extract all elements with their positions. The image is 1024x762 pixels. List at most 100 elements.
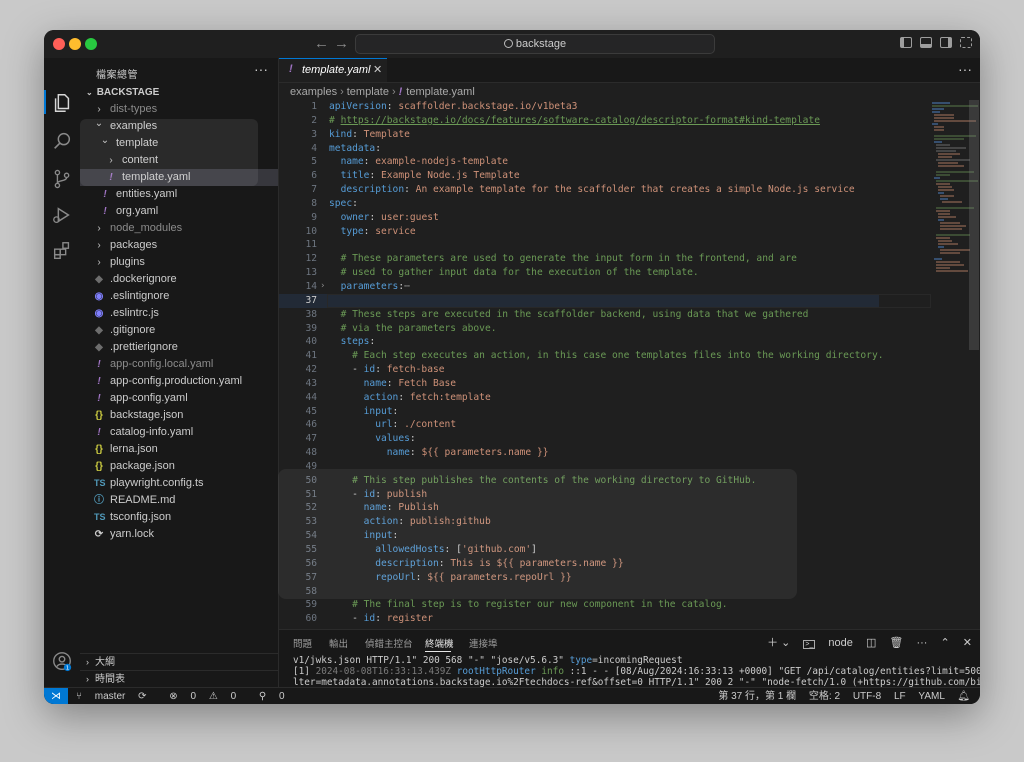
code-line[interactable]: 44 action: fetch:template bbox=[279, 391, 879, 405]
tree-item[interactable]: › content bbox=[80, 152, 278, 169]
code-line[interactable]: 8 spec: bbox=[279, 197, 879, 211]
code-line[interactable]: 7 description: An example template for t… bbox=[279, 183, 879, 197]
more-actions-icon[interactable]: ··· bbox=[254, 61, 268, 77]
minimize-window-button[interactable] bbox=[69, 38, 81, 50]
tree-item[interactable]: ! app-config.yaml bbox=[80, 390, 278, 407]
back-arrow-icon[interactable]: ← bbox=[314, 35, 329, 52]
code-line[interactable]: 9 owner: user:guest bbox=[279, 211, 879, 225]
split-terminal-icon[interactable]: ◫ bbox=[866, 637, 876, 649]
code-line[interactable]: 47 values: bbox=[279, 432, 879, 446]
language-mode[interactable]: YAML bbox=[918, 691, 944, 702]
panel-tab[interactable]: 偵錯主控台 bbox=[365, 636, 413, 650]
tree-item[interactable]: ⟳ yarn.lock bbox=[80, 526, 278, 543]
close-tab-icon[interactable]: ✕ bbox=[373, 63, 382, 76]
code-line[interactable]: 58 bbox=[279, 585, 879, 599]
end-of-line[interactable]: LF bbox=[894, 691, 906, 702]
ports-indicator[interactable]: ⚲ 0 bbox=[259, 691, 295, 702]
outline-section[interactable]: › 大綱 bbox=[80, 653, 278, 671]
kill-terminal-icon[interactable]: 🗑 bbox=[889, 637, 903, 649]
explorer-icon[interactable] bbox=[51, 92, 73, 114]
code-line[interactable]: 14 › parameters:⋯ bbox=[279, 280, 879, 294]
tree-item[interactable]: ! template.yaml bbox=[80, 169, 278, 186]
encoding[interactable]: UTF-8 bbox=[853, 691, 881, 702]
fold-chevron-icon[interactable]: › bbox=[320, 280, 325, 294]
code-line[interactable]: 10 type: service bbox=[279, 225, 879, 239]
remote-indicator-icon[interactable]: ⋊ bbox=[44, 688, 68, 704]
cursor-position[interactable]: 第 37 行，第 1 欄 bbox=[718, 691, 796, 702]
code-line[interactable]: 49 bbox=[279, 460, 879, 474]
tree-item[interactable]: ! app-config.production.yaml bbox=[80, 373, 278, 390]
code-line[interactable]: 54 input: bbox=[279, 529, 879, 543]
new-terminal-icon[interactable]: ＋ ⌄ bbox=[767, 637, 790, 649]
code-line[interactable]: 46 url: ./content bbox=[279, 418, 879, 432]
accounts-icon[interactable]: 1 bbox=[51, 650, 73, 672]
zoom-window-button[interactable] bbox=[85, 38, 97, 50]
code-line[interactable]: 48 name: ${{ parameters.name }} bbox=[279, 446, 879, 460]
source-control-icon[interactable] bbox=[51, 168, 73, 190]
customize-layout-icon[interactable] bbox=[960, 37, 972, 48]
notifications-bell-icon[interactable]: 🔔︎ bbox=[957, 691, 970, 702]
workspace-root[interactable]: ⌄ BACKSTAGE bbox=[86, 87, 159, 98]
code-line[interactable]: 5 name: example-nodejs-template bbox=[279, 155, 879, 169]
panel-more-icon[interactable]: ··· bbox=[916, 637, 927, 649]
forward-arrow-icon[interactable]: → bbox=[334, 35, 349, 52]
code-line[interactable]: 11 bbox=[279, 238, 879, 252]
tree-item[interactable]: ! catalog-info.yaml bbox=[80, 424, 278, 441]
breadcrumb-item[interactable]: examples bbox=[290, 86, 337, 98]
tree-item[interactable]: ⓘ README.md bbox=[80, 492, 278, 509]
code-line[interactable]: 42 - id: fetch-base bbox=[279, 363, 879, 377]
code-line[interactable]: 37 bbox=[279, 293, 931, 308]
tree-item[interactable]: ! org.yaml bbox=[80, 203, 278, 220]
breadcrumb-item[interactable]: template.yaml bbox=[406, 86, 474, 98]
tree-item[interactable]: {} backstage.json bbox=[80, 407, 278, 424]
code-line[interactable]: 39 # via the parameters above. bbox=[279, 322, 879, 336]
code-line[interactable]: 53 action: publish:github bbox=[279, 515, 879, 529]
breadcrumb-item[interactable]: template bbox=[347, 86, 389, 98]
tree-item[interactable]: › packages bbox=[80, 237, 278, 254]
panel-tab[interactable]: 連接埠 bbox=[469, 636, 498, 650]
code-line[interactable]: 3 kind: Template bbox=[279, 128, 879, 142]
tree-item[interactable]: ◆ .prettierignore bbox=[80, 339, 278, 356]
tree-item[interactable]: ◉ .eslintrc.js bbox=[80, 305, 278, 322]
command-center-search[interactable]: backstage bbox=[355, 34, 715, 54]
run-debug-icon[interactable] bbox=[51, 204, 73, 226]
tree-item[interactable]: › plugins bbox=[80, 254, 278, 271]
editor-more-actions-icon[interactable]: ··· bbox=[958, 61, 972, 77]
branch-indicator[interactable]: ⑂ master ⟳ bbox=[76, 691, 157, 702]
tree-item[interactable]: ◉ .eslintignore bbox=[80, 288, 278, 305]
tree-item[interactable]: ⌄ template bbox=[80, 135, 278, 152]
tree-item[interactable]: ◆ .gitignore bbox=[80, 322, 278, 339]
code-line[interactable]: 41 # Each step executes an action, in th… bbox=[279, 349, 883, 363]
search-view-icon[interactable] bbox=[51, 130, 73, 152]
code-line[interactable]: 56 description: This is ${{ parameters.n… bbox=[279, 557, 879, 571]
timeline-section[interactable]: › 時間表 bbox=[80, 670, 278, 688]
code-line[interactable]: 60 - id: register bbox=[279, 612, 879, 626]
code-line[interactable]: 51 - id: publish bbox=[279, 488, 879, 502]
code-line[interactable]: 43 name: Fetch Base bbox=[279, 377, 879, 391]
tab-template-yaml[interactable]: ! template.yaml ✕ bbox=[279, 58, 387, 82]
tree-item[interactable]: › dist-types bbox=[80, 101, 278, 118]
editor-scrollbar[interactable] bbox=[969, 100, 979, 350]
tree-item[interactable]: ! app-config.local.yaml bbox=[80, 356, 278, 373]
problems-indicator[interactable]: ⊗ 0 ⚠ 0 bbox=[169, 691, 246, 702]
close-panel-icon[interactable]: ✕ bbox=[963, 637, 972, 649]
tree-item[interactable]: › node_modules bbox=[80, 220, 278, 237]
tree-item[interactable]: ◆ .dockerignore bbox=[80, 271, 278, 288]
code-line[interactable]: 6 title: Example Node.js Template bbox=[279, 169, 879, 183]
indentation[interactable]: 空格: 2 bbox=[809, 691, 840, 702]
terminal-shell[interactable]: >_ node bbox=[803, 637, 853, 649]
code-line[interactable]: 13 # used to gather input data for the e… bbox=[279, 266, 879, 280]
tree-item[interactable]: TS tsconfig.json bbox=[80, 509, 278, 526]
terminal-output[interactable]: v1/jwks.json HTTP/1.1" 200 568 "-" "jose… bbox=[293, 655, 980, 688]
tree-item[interactable]: {} lerna.json bbox=[80, 441, 278, 458]
tree-item[interactable]: TS playwright.config.ts bbox=[80, 475, 278, 492]
code-line[interactable]: 50 # This step publishes the contents of… bbox=[279, 474, 879, 488]
code-line[interactable]: 40 steps: bbox=[279, 335, 879, 349]
code-line[interactable]: 57 repoUrl: ${{ parameters.repoUrl }} bbox=[279, 571, 879, 585]
code-line[interactable]: 55 allowedHosts: ['github.com'] bbox=[279, 543, 879, 557]
maximize-panel-icon[interactable]: ⌃ bbox=[941, 637, 950, 649]
code-line[interactable]: 38 # These steps are executed in the sca… bbox=[279, 308, 879, 322]
panel-tab[interactable]: 輸出 bbox=[329, 636, 348, 650]
code-line[interactable]: 52 name: Publish bbox=[279, 501, 879, 515]
code-line[interactable]: 1 apiVersion: scaffolder.backstage.io/v1b… bbox=[279, 100, 879, 114]
